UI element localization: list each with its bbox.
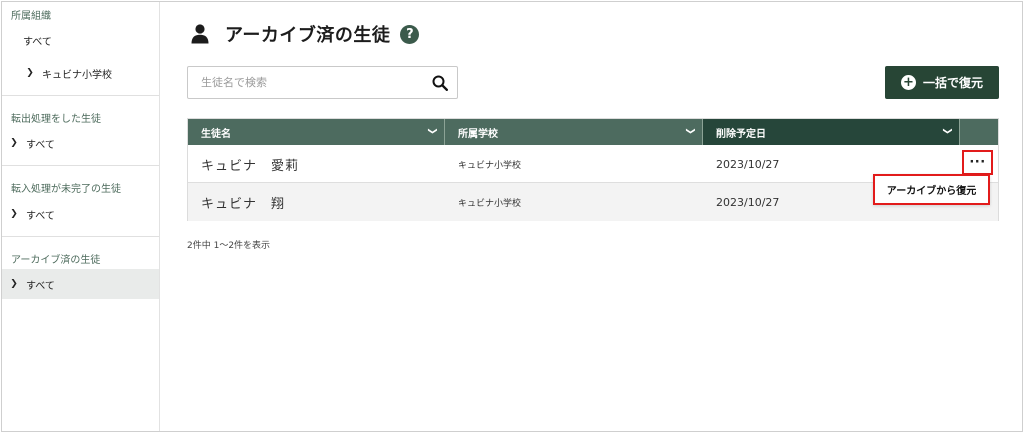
restore-from-archive-menu-item[interactable]: アーカイブから復元 (873, 174, 990, 205)
student-search (187, 66, 458, 99)
sidebar-item-label: すべて (23, 36, 52, 48)
result-count: 2件中 1〜2件を表示 (187, 241, 271, 251)
sidebar-heading-organization: 所属組織 (11, 11, 51, 22)
plus-circle-icon: + (900, 75, 916, 90)
app-window: 所属組織 すべて ❯ キュビナ小学校 転出処理をした生徒 ❯ すべて 転入処理が… (1, 1, 1023, 432)
sidebar-heading-transferred-out: 転出処理をした生徒 (11, 114, 101, 125)
sidebar-item-transfer-in-pending-all[interactable]: ❯ すべて (2, 199, 159, 229)
deletion-date: 2023/10/27 (716, 157, 780, 171)
sidebar-item-label: キュビナ小学校 (42, 69, 112, 81)
column-label: 所属学校 (458, 128, 498, 140)
main-content: アーカイブ済の生徒 ? + 一括で復元 生徒名 ❯ 所属学校 ❯ (187, 2, 999, 431)
page-header: アーカイブ済の生徒 ? (187, 20, 420, 48)
student-school: キュビナ小学校 (458, 198, 522, 209)
question-icon[interactable]: ? (400, 24, 420, 44)
page-title: アーカイブ済の生徒 (225, 25, 391, 46)
sidebar-item-label: すべて (26, 210, 55, 222)
sidebar: 所属組織 すべて ❯ キュビナ小学校 転出処理をした生徒 ❯ すべて 転入処理が… (2, 2, 160, 431)
sidebar-heading-archived: アーカイブ済の生徒 (11, 255, 101, 266)
sidebar-item-kyubina-school[interactable]: ❯ キュビナ小学校 (2, 58, 159, 88)
sidebar-item-archived-all[interactable]: ❯ すべて (2, 269, 159, 299)
chevron-down-icon: ❯ (685, 127, 696, 135)
student-name: キュビナ 翔 (201, 196, 286, 212)
bulk-restore-button[interactable]: + 一括で復元 (885, 66, 999, 99)
chevron-right-icon: ❯ (10, 279, 18, 289)
archived-students-table: 生徒名 ❯ 所属学校 ❯ 削除予定日 ❯ キュビナ 愛莉 キュビナ小学校 202… (187, 118, 999, 221)
search-input[interactable] (188, 67, 424, 98)
chevron-down-icon: ❯ (942, 127, 953, 135)
sidebar-divider (2, 95, 159, 96)
search-icon[interactable] (432, 75, 448, 91)
sidebar-divider (2, 236, 159, 237)
table-header: 生徒名 ❯ 所属学校 ❯ 削除予定日 ❯ (188, 119, 998, 145)
column-header-student-name[interactable]: 生徒名 ❯ (188, 119, 445, 145)
deletion-date: 2023/10/27 (716, 195, 780, 209)
student-name: キュビナ 愛莉 (201, 158, 300, 174)
column-header-school[interactable]: 所属学校 ❯ (445, 119, 703, 145)
sidebar-item-label: すべて (26, 280, 55, 292)
sidebar-item-transferred-out-all[interactable]: ❯ すべて (2, 128, 159, 158)
student-school: キュビナ小学校 (458, 160, 522, 171)
sidebar-divider (2, 165, 159, 166)
chevron-right-icon: ❯ (10, 138, 18, 148)
column-label: 生徒名 (201, 128, 231, 140)
person-icon (191, 24, 209, 44)
sidebar-item-label: すべて (26, 139, 55, 151)
more-options-button[interactable]: ··· (962, 150, 993, 175)
column-label: 削除予定日 (716, 128, 766, 140)
chevron-right-icon: ❯ (26, 68, 34, 78)
sidebar-heading-transfer-in-pending: 転入処理が未完了の生徒 (11, 184, 121, 195)
bulk-restore-label: 一括で復元 (922, 76, 983, 90)
chevron-right-icon: ❯ (10, 209, 18, 219)
sidebar-item-all-organizations[interactable]: すべて (2, 25, 159, 55)
chevron-down-icon: ❯ (427, 127, 438, 135)
column-header-deletion-date[interactable]: 削除予定日 ❯ (703, 119, 960, 145)
